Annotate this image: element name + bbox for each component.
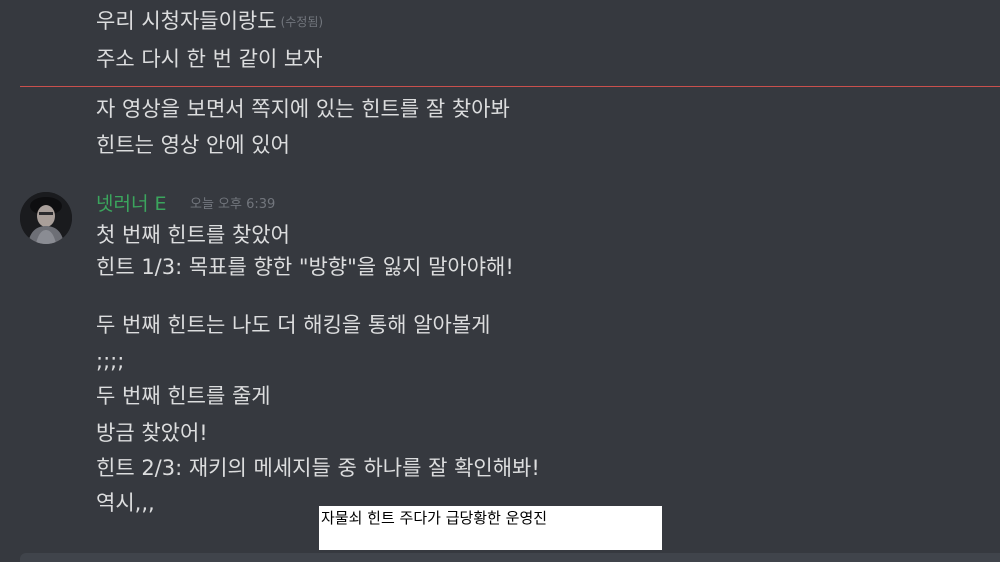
message-text: 우리 시청자들이랑도 — [96, 9, 277, 33]
new-messages-divider — [20, 86, 1000, 87]
message-line: 두 번째 힌트는 나도 더 해킹을 통해 알아볼게 — [96, 313, 491, 337]
edited-label: (수정됨) — [280, 15, 324, 29]
message-line: 첫 번째 힌트를 찾았어 — [96, 223, 290, 247]
message-line: 힌트 2/3: 재키의 메세지들 중 하나를 잘 확인해봐! — [96, 456, 540, 480]
message-line: 힌트 1/3: 목표를 향한 "방향"을 잃지 말아야해! — [96, 255, 514, 279]
message-timestamp: 오늘 오후 6:39 — [190, 197, 276, 212]
message-line: 방금 찾았어! — [96, 421, 208, 445]
message-line: 주소 다시 한 번 같이 보자 — [96, 47, 323, 71]
message-username[interactable]: 넷러너 E — [96, 190, 167, 218]
message-line: 역시,,, — [96, 491, 155, 515]
message-line: ;;;; — [96, 349, 125, 373]
message-line: 두 번째 힌트를 줄게 — [96, 384, 271, 408]
message-line: 자 영상을 보면서 쪽지에 있는 힌트를 잘 찾아봐 — [96, 97, 510, 121]
user-avatar[interactable] — [20, 192, 72, 244]
message-line: 힌트는 영상 안에 있어 — [96, 133, 290, 157]
chat-message-area: 우리 시청자들이랑도 (수정됨) 주소 다시 한 번 같이 보자 자 영상을 보면… — [0, 0, 1000, 562]
video-caption: 자물쇠 힌트 주다가 급당황한 운영진 — [319, 506, 662, 550]
message-input-box[interactable] — [20, 553, 1000, 562]
message-line: 우리 시청자들이랑도 (수정됨) — [96, 6, 323, 37]
